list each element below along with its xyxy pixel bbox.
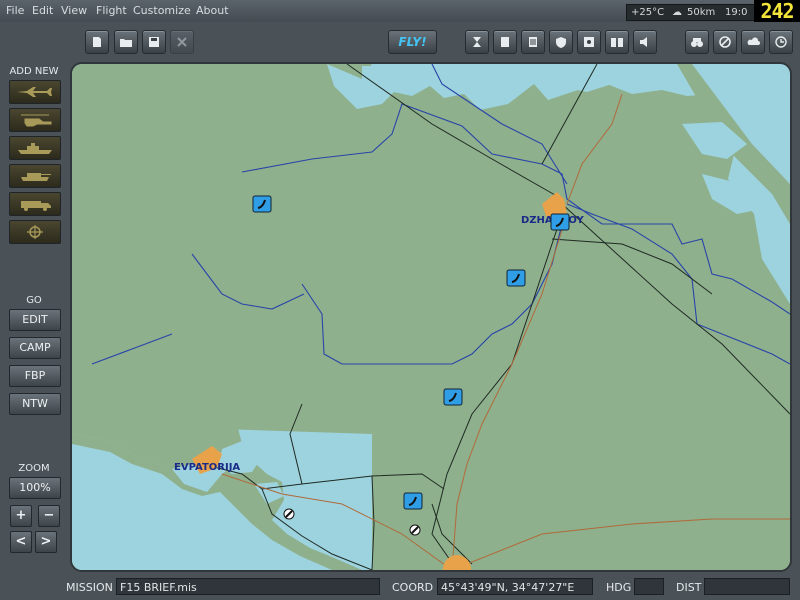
mission-goals-button[interactable]	[493, 30, 517, 54]
airstrip-marker[interactable]	[283, 508, 295, 520]
map-options-button[interactable]	[577, 30, 601, 54]
airfield-marker[interactable]	[443, 388, 463, 406]
triggers-button[interactable]	[549, 30, 573, 54]
mission-field: F15 BRIEF.mis	[116, 578, 380, 595]
open-file-button[interactable]	[114, 30, 138, 54]
airplane-icon	[17, 87, 52, 97]
left-sidebar: ADD NEW GO EDIT CAMP FBP NTW ZOOM 100% +…	[0, 62, 70, 574]
add-vehicle-button[interactable]	[9, 164, 61, 188]
menu-bar: File Edit View Flight Customize About +2…	[0, 0, 800, 22]
prohibit-icon	[719, 36, 731, 48]
airfield-marker[interactable]	[403, 492, 423, 510]
status-bar: MISSION F15 BRIEF.mis COORD 45°43'49"N, …	[0, 574, 800, 600]
airfield-marker[interactable]	[252, 195, 272, 213]
truck-icon	[21, 201, 51, 211]
coord-field: 45°43'49"N, 34°47'27"E	[437, 578, 593, 595]
menu-about[interactable]: About	[196, 4, 229, 17]
coord-label: COORD	[392, 581, 434, 594]
city-label-evpatorija: EVPATORIJA	[174, 462, 240, 473]
next-button[interactable]: >	[35, 531, 57, 553]
clock-icon	[775, 36, 787, 48]
dist-field	[704, 578, 790, 595]
folder-icon	[120, 39, 132, 47]
toolbar: FLY!	[0, 22, 800, 62]
menu-edit[interactable]: Edit	[32, 4, 53, 17]
add-ship-button[interactable]	[9, 136, 61, 160]
add-static-button[interactable]	[9, 192, 61, 216]
menu-customize[interactable]: Customize	[133, 4, 191, 17]
crosshair-icon	[27, 225, 43, 239]
speaker-icon	[640, 37, 647, 47]
edit-button[interactable]: EDIT	[9, 309, 61, 331]
menu-flight[interactable]: Flight	[96, 4, 127, 17]
hdg-field	[634, 578, 664, 595]
zoom-out-button[interactable]: −	[38, 505, 60, 527]
options-button[interactable]	[521, 30, 545, 54]
add-helicopter-button[interactable]	[9, 108, 61, 132]
save-button[interactable]	[142, 30, 166, 54]
list-icon	[529, 37, 537, 47]
airfield-marker[interactable]	[506, 269, 526, 287]
temperature: +25°C	[631, 7, 665, 18]
airfield-marker[interactable]	[550, 213, 570, 231]
document-icon	[501, 37, 509, 47]
binoculars-icon	[691, 38, 703, 47]
campaign-button[interactable]: CAMP	[9, 337, 61, 359]
tank-icon	[21, 173, 51, 181]
new-file-button[interactable]	[85, 30, 109, 54]
add-target-button[interactable]	[9, 220, 61, 244]
weather-button[interactable]	[741, 30, 765, 54]
ship-icon	[18, 143, 52, 154]
fbp-button[interactable]: FBP	[9, 365, 61, 387]
helicopter-icon	[21, 114, 52, 127]
close-icon	[177, 37, 187, 47]
prohibit-button[interactable]	[713, 30, 737, 54]
clock-display: 242	[754, 0, 800, 22]
menu-file[interactable]: File	[6, 4, 24, 17]
airstrip-marker[interactable]	[409, 524, 421, 536]
weather-status: +25°C ☁ 50km 19:0	[626, 4, 755, 21]
zoom-level-button[interactable]: 100%	[9, 477, 61, 499]
previous-button[interactable]: <	[10, 531, 32, 553]
menu-view[interactable]: View	[61, 4, 87, 17]
map-icon	[584, 37, 594, 47]
time-partial: 19:0	[725, 7, 748, 18]
mission-label: MISSION	[66, 581, 113, 594]
hdg-label: HDG	[606, 581, 632, 594]
briefing-button[interactable]	[465, 30, 489, 54]
add-airplane-button[interactable]	[9, 80, 61, 104]
encyclopedia-button[interactable]	[605, 30, 629, 54]
shield-icon	[556, 37, 566, 48]
weather-icon	[747, 37, 760, 45]
cloud-icon: ☁	[672, 7, 682, 18]
fly-button[interactable]: FLY!	[388, 30, 437, 54]
new-file-icon	[93, 37, 101, 47]
floppy-icon	[149, 37, 159, 47]
ntw-button[interactable]: NTW	[9, 393, 61, 415]
map-view[interactable]: DZHANKOY EVPATORIJA	[70, 62, 792, 572]
recon-button[interactable]	[685, 30, 709, 54]
go-label: GO	[26, 295, 42, 306]
cloud-base: 50km	[687, 7, 716, 18]
zoom-label: ZOOM	[18, 463, 50, 474]
add-new-label: ADD NEW	[9, 66, 59, 77]
dist-label: DIST	[676, 581, 702, 594]
hourglass-icon	[473, 37, 481, 47]
map-canvas[interactable]: DZHANKOY EVPATORIJA	[72, 64, 790, 570]
sound-button[interactable]	[633, 30, 657, 54]
zoom-in-button[interactable]: +	[10, 505, 32, 527]
book-icon	[611, 38, 623, 47]
delete-button[interactable]	[170, 30, 194, 54]
time-button[interactable]	[769, 30, 793, 54]
